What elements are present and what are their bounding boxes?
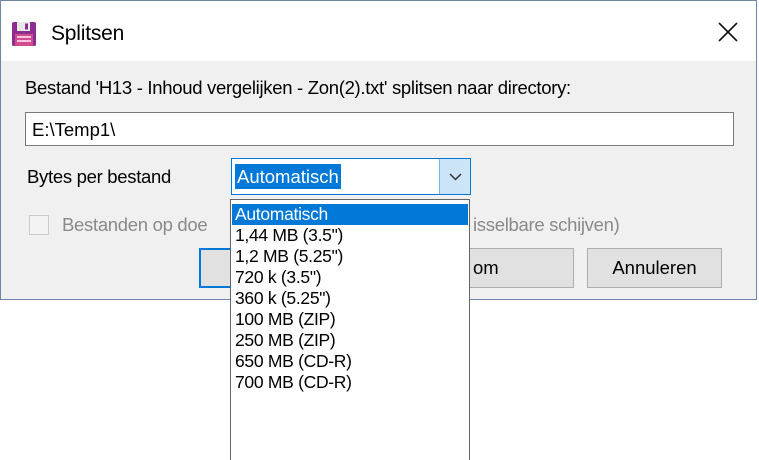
dropdown-option[interactable]: 100 MB (ZIP)	[232, 309, 468, 330]
checkbox-label-left: Bestanden op doe	[62, 214, 208, 235]
bytes-per-file-label: Bytes per bestand	[27, 166, 172, 187]
dropdown-option[interactable]: 360 k (5.25")	[232, 288, 468, 309]
split-prompt-label: Bestand 'H13 - Inhoud vergelijken - Zon(…	[25, 77, 571, 98]
chevron-down-icon	[449, 173, 462, 181]
dropdown-option[interactable]: Automatisch	[232, 204, 468, 225]
dropdown-option[interactable]: 720 k (3.5")	[232, 267, 468, 288]
dropdown-option[interactable]: 650 MB (CD-R)	[232, 351, 468, 372]
bytes-per-file-selected: Automatisch	[235, 164, 341, 189]
dropdown-option[interactable]: 250 MB (ZIP)	[232, 330, 468, 351]
dropdown-option[interactable]: 1,44 MB (3.5")	[232, 225, 468, 246]
close-icon	[718, 22, 738, 42]
bytes-per-file-select[interactable]: Automatisch	[231, 158, 471, 195]
directory-input[interactable]: E:\Temp1\	[25, 112, 734, 146]
checkbox-label-right: isselbare schijven)	[473, 214, 620, 235]
bytes-per-file-dropdown-list: Automatisch 1,44 MB (3.5") 1,2 MB (5.25"…	[230, 199, 470, 460]
title-bar[interactable]: Splitsen	[1, 1, 756, 61]
dropdown-option[interactable]: 700 MB (CD-R)	[232, 372, 468, 393]
directory-input-value: E:\Temp1\	[32, 119, 116, 140]
close-button[interactable]	[702, 1, 756, 61]
floppy-disk-icon	[12, 22, 36, 46]
combo-dropdown-button[interactable]	[439, 159, 470, 194]
split-removable-checkbox[interactable]	[29, 215, 49, 235]
cancel-button[interactable]: Annuleren	[587, 248, 722, 288]
dropdown-option[interactable]: 1,2 MB (5.25")	[232, 246, 468, 267]
window-title: Splitsen	[51, 22, 125, 45]
